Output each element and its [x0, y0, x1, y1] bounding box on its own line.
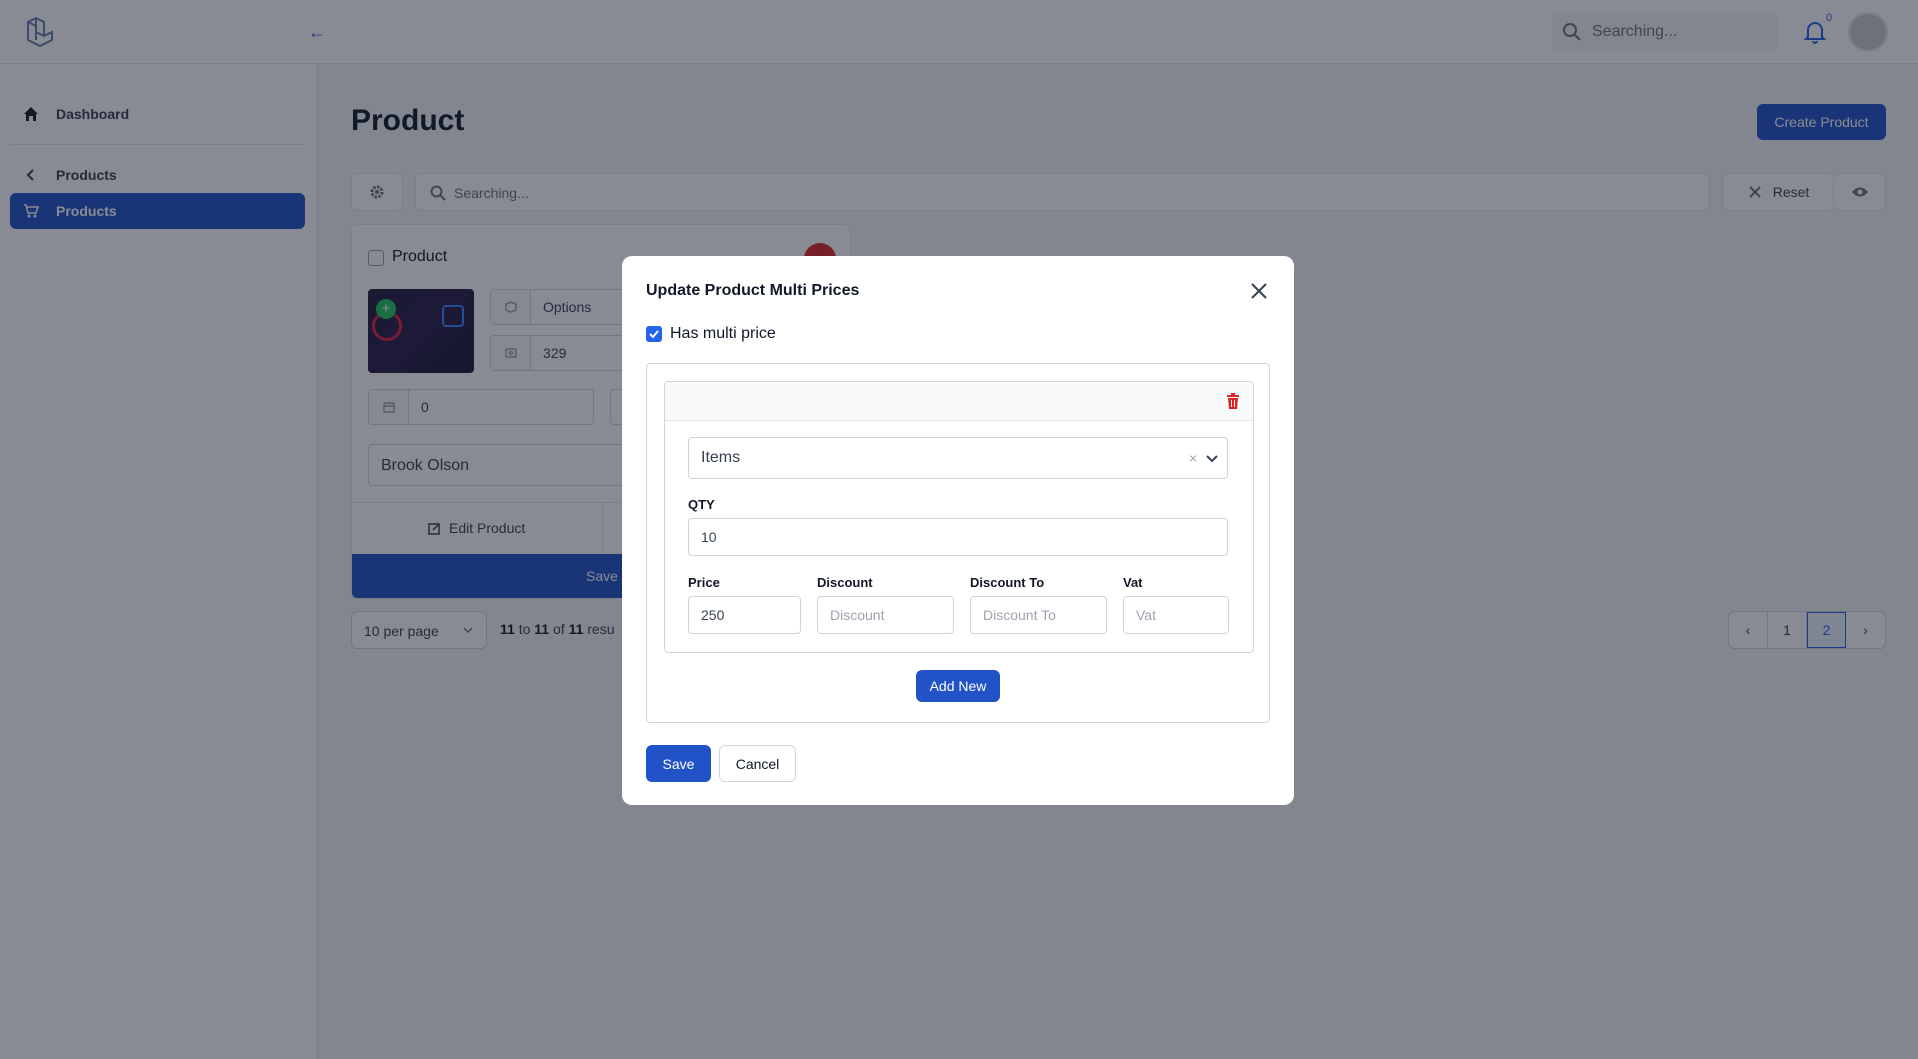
discount-to-label: Discount To — [970, 575, 1045, 590]
multi-price-list: Items × QTY 10 Price 250 Discount Discou… — [646, 363, 1270, 723]
discount-label: Discount — [817, 575, 873, 590]
clear-selection-icon[interactable]: × — [1189, 450, 1197, 466]
trash-icon[interactable] — [1226, 393, 1240, 409]
discount-to-input[interactable]: Discount To — [970, 596, 1107, 634]
multi-price-modal: Update Product Multi Prices Has multi pr… — [622, 256, 1294, 805]
modal-title: Update Product Multi Prices — [646, 282, 860, 299]
chevron-down-icon[interactable] — [1205, 451, 1219, 465]
items-select-value: Items — [701, 449, 741, 466]
price-input[interactable]: 250 — [688, 596, 801, 634]
close-icon[interactable] — [1250, 282, 1268, 300]
vat-input[interactable]: Vat — [1123, 596, 1229, 634]
price-label: Price — [688, 575, 720, 590]
multi-price-entry: Items × QTY 10 Price 250 Discount Discou… — [664, 381, 1254, 653]
save-button[interactable]: Save — [646, 745, 711, 782]
cancel-button[interactable]: Cancel — [719, 745, 796, 782]
checkmark-icon — [649, 330, 659, 338]
has-multi-price-checkbox[interactable] — [646, 326, 662, 342]
entry-header — [665, 382, 1253, 421]
qty-input[interactable]: 10 — [688, 518, 1228, 556]
add-new-price-button[interactable]: Add New — [916, 670, 1000, 702]
items-select[interactable]: Items × — [688, 437, 1228, 479]
discount-input[interactable]: Discount — [817, 596, 954, 634]
vat-label: Vat — [1123, 575, 1143, 590]
has-multi-price-label: Has multi price — [670, 325, 776, 342]
qty-label: QTY — [688, 497, 715, 512]
